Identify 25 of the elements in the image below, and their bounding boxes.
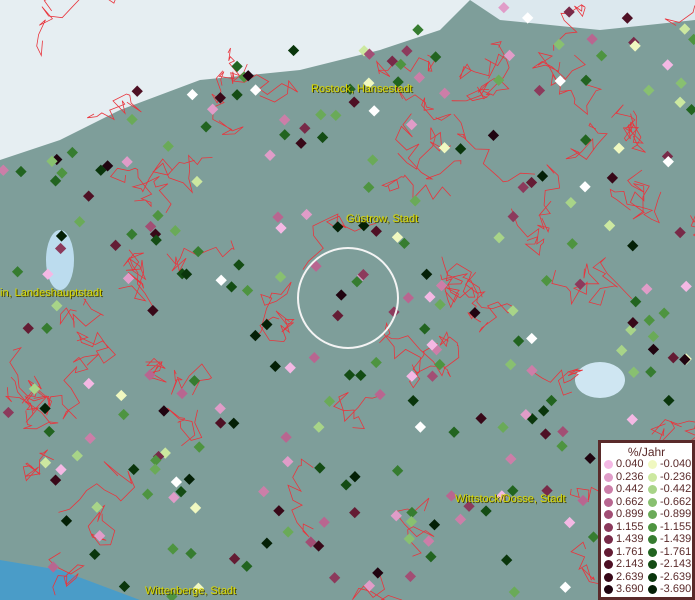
legend-value: 1.761 [616, 546, 644, 558]
legend-value: -0.040 [660, 459, 692, 470]
legend-value: -0.442 [660, 484, 692, 496]
legend-value: -3.690 [660, 584, 692, 596]
legend-value: 0.662 [616, 496, 644, 508]
legend-value: 0.899 [616, 509, 644, 520]
legend-value: 1.439 [616, 534, 644, 546]
legend-value: -1.155 [660, 522, 692, 533]
legend-value: -0.236 [660, 472, 692, 483]
legend-value: 3.690 [616, 584, 644, 596]
legend-value: -0.662 [660, 496, 692, 508]
legend-value: -2.143 [660, 559, 692, 570]
legend-value: 2.639 [616, 572, 644, 583]
legend-value: 2.143 [616, 559, 644, 570]
legend-value: -2.639 [660, 572, 692, 583]
legend-value: -1.761 [660, 546, 692, 558]
legend-title: %/Jahr [626, 444, 666, 458]
place-label: Güstrow, Stadt [346, 214, 418, 225]
legend-value: 0.040 [616, 459, 644, 470]
legend-value: 0.236 [616, 472, 644, 483]
legend-value: -0.899 [660, 509, 692, 520]
legend-value: 1.155 [616, 522, 644, 533]
legend-value: -1.439 [660, 534, 692, 546]
place-label: in, Landeshauptstadt [0, 288, 102, 299]
legend-value: 0.442 [616, 484, 644, 496]
